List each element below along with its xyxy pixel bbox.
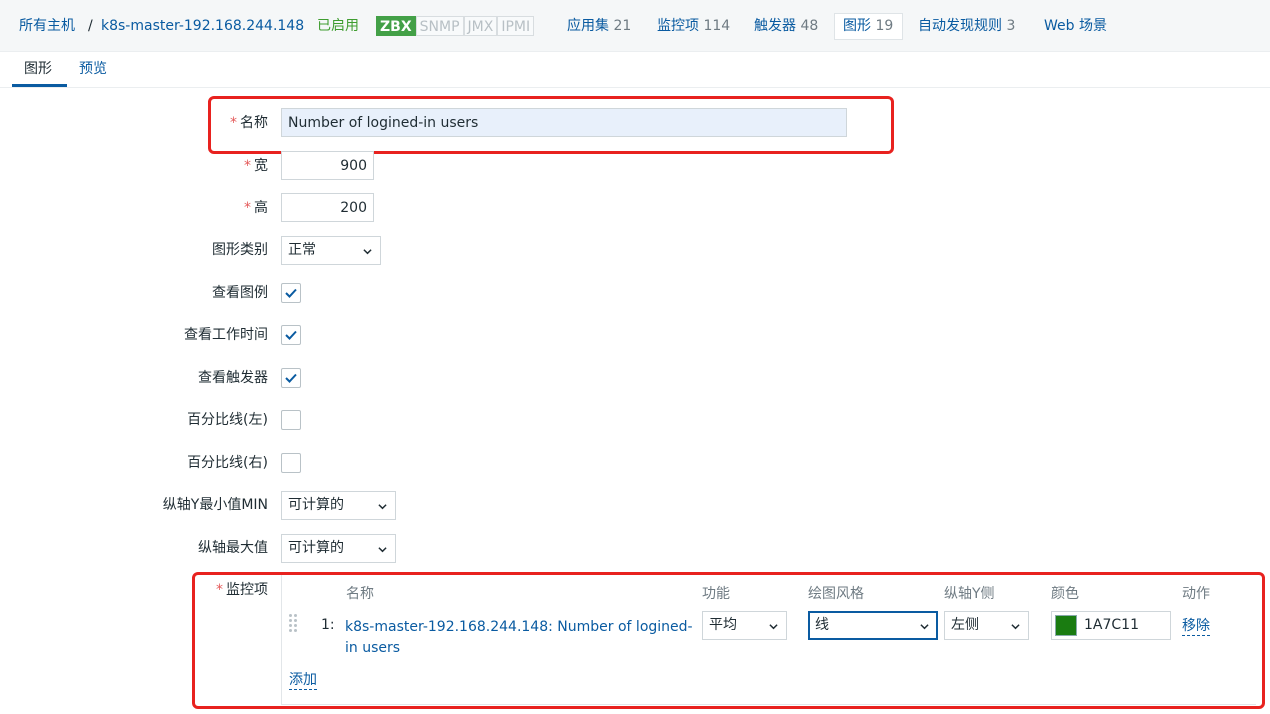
- breadcrumb-host[interactable]: k8s-master-192.168.244.148: [101, 17, 304, 35]
- nav-graphs-count: 19: [875, 18, 894, 34]
- ipmi-badge: IPMI: [497, 16, 535, 36]
- tab-preview[interactable]: 预览: [79, 60, 107, 78]
- nav-triggers[interactable]: 触发器 48: [754, 17, 818, 35]
- item-draw-style-select[interactable]: 线: [808, 611, 938, 640]
- nav-discovery-label: 自动发现规则: [918, 18, 1002, 34]
- required-mark: *: [230, 115, 237, 131]
- ymin-type-value: 可计算的: [288, 497, 344, 513]
- chevron-down-icon: [363, 249, 372, 255]
- width-input[interactable]: [281, 151, 374, 180]
- item-y-axis-side-select[interactable]: 左侧: [944, 611, 1029, 640]
- items-label-text: 监控项: [226, 582, 268, 598]
- remove-item-button[interactable]: 移除: [1182, 617, 1210, 636]
- nav-applications-label: 应用集: [567, 18, 609, 34]
- chevron-down-icon: [920, 624, 929, 630]
- percentile-right-checkbox[interactable]: [281, 453, 301, 473]
- nav-discovery-rules[interactable]: 自动发现规则 3: [918, 17, 1015, 35]
- show-working-time-checkbox[interactable]: [281, 325, 301, 345]
- width-label: * 宽: [244, 157, 268, 175]
- add-item-button[interactable]: 添加: [289, 671, 317, 690]
- ymax-type-select[interactable]: 可计算的: [281, 534, 396, 563]
- host-navigation-bar: 所有主机 / k8s-master-192.168.244.148 已启用 ZB…: [0, 0, 1270, 52]
- ymin-type-select[interactable]: 可计算的: [281, 491, 396, 520]
- zbx-badge: ZBX: [376, 16, 416, 36]
- header-color: 颜色: [1051, 586, 1079, 602]
- name-label: * 名称: [230, 114, 268, 132]
- nav-items-count: 114: [703, 18, 731, 34]
- nav-web-scenarios[interactable]: Web 场景: [1044, 17, 1107, 35]
- ymax-type-value: 可计算的: [288, 540, 344, 556]
- required-mark: *: [244, 158, 251, 174]
- color-swatch[interactable]: [1055, 615, 1077, 636]
- checkmark-icon: [285, 288, 297, 298]
- chevron-down-icon: [378, 504, 387, 510]
- chevron-down-icon: [1011, 624, 1020, 630]
- height-label-text: 高: [254, 200, 268, 216]
- percentile-right-label: 百分比线(右): [187, 455, 268, 471]
- item-color-value: 1A7C11: [1084, 617, 1139, 633]
- chevron-down-icon: [769, 624, 778, 630]
- item-function-select[interactable]: 平均: [702, 611, 787, 640]
- show-working-time-label: 查看工作时间: [184, 327, 268, 343]
- header-action: 动作: [1182, 586, 1210, 602]
- graph-type-label: 图形类别: [212, 242, 268, 258]
- height-label: * 高: [244, 199, 268, 217]
- height-input[interactable]: [281, 193, 374, 222]
- item-y-axis-side-value: 左侧: [951, 617, 979, 633]
- active-tab-indicator: [12, 84, 67, 87]
- nav-applications[interactable]: 应用集 21: [567, 17, 631, 35]
- name-label-text: 名称: [240, 115, 268, 131]
- ymax-label: 纵轴最大值: [198, 540, 268, 556]
- chevron-down-icon: [378, 547, 387, 553]
- required-mark: *: [216, 582, 223, 598]
- breadcrumb-all-hosts[interactable]: 所有主机: [19, 17, 75, 35]
- checkmark-icon: [285, 330, 297, 340]
- tab-graph[interactable]: 图形: [24, 60, 52, 78]
- header-name: 名称: [346, 586, 374, 602]
- show-legend-label: 查看图例: [212, 285, 268, 301]
- header-draw-style: 绘图风格: [808, 586, 864, 602]
- item-row-index: 1:: [321, 617, 335, 633]
- drag-handle-icon[interactable]: [288, 613, 298, 635]
- graph-name-input[interactable]: [281, 108, 847, 137]
- header-y-axis-side: 纵轴Y侧: [944, 586, 995, 602]
- item-color-field[interactable]: 1A7C11: [1051, 611, 1171, 640]
- required-mark: *: [244, 200, 251, 216]
- nav-graphs-label: 图形: [843, 18, 871, 34]
- jmx-badge: JMX: [463, 16, 498, 36]
- nav-applications-count: 21: [613, 18, 632, 34]
- show-triggers-checkbox[interactable]: [281, 368, 301, 388]
- header-function: 功能: [702, 586, 730, 602]
- show-triggers-label: 查看触发器: [198, 370, 268, 386]
- breadcrumb-separator: /: [88, 18, 93, 34]
- nav-discovery-count: 3: [1006, 18, 1016, 34]
- nav-items-label: 监控项: [657, 18, 699, 34]
- nav-triggers-count: 48: [800, 18, 819, 34]
- percentile-left-checkbox[interactable]: [281, 410, 301, 430]
- snmp-badge: SNMP: [415, 16, 464, 36]
- graph-type-select[interactable]: 正常: [281, 236, 381, 265]
- ymin-label: 纵轴Y最小值MIN: [162, 497, 268, 513]
- item-draw-style-value: 线: [815, 617, 829, 633]
- item-function-value: 平均: [709, 617, 737, 633]
- graph-type-value: 正常: [288, 242, 316, 258]
- host-status-enabled[interactable]: 已启用: [317, 17, 359, 35]
- checkmark-icon: [285, 373, 297, 383]
- nav-graphs[interactable]: 图形 19: [843, 17, 893, 35]
- nav-triggers-label: 触发器: [754, 18, 796, 34]
- items-label: * 监控项: [216, 581, 268, 599]
- percentile-left-label: 百分比线(左): [187, 412, 268, 428]
- item-name-link[interactable]: k8s-master-192.168.244.148: Number of lo…: [345, 617, 695, 659]
- width-label-text: 宽: [254, 158, 268, 174]
- form-tabs: 图形 预览: [0, 52, 1270, 88]
- nav-items[interactable]: 监控项 114: [657, 17, 730, 35]
- show-legend-checkbox[interactable]: [281, 283, 301, 303]
- availability-badges: ZBX SNMP JMX IPMI: [376, 16, 535, 36]
